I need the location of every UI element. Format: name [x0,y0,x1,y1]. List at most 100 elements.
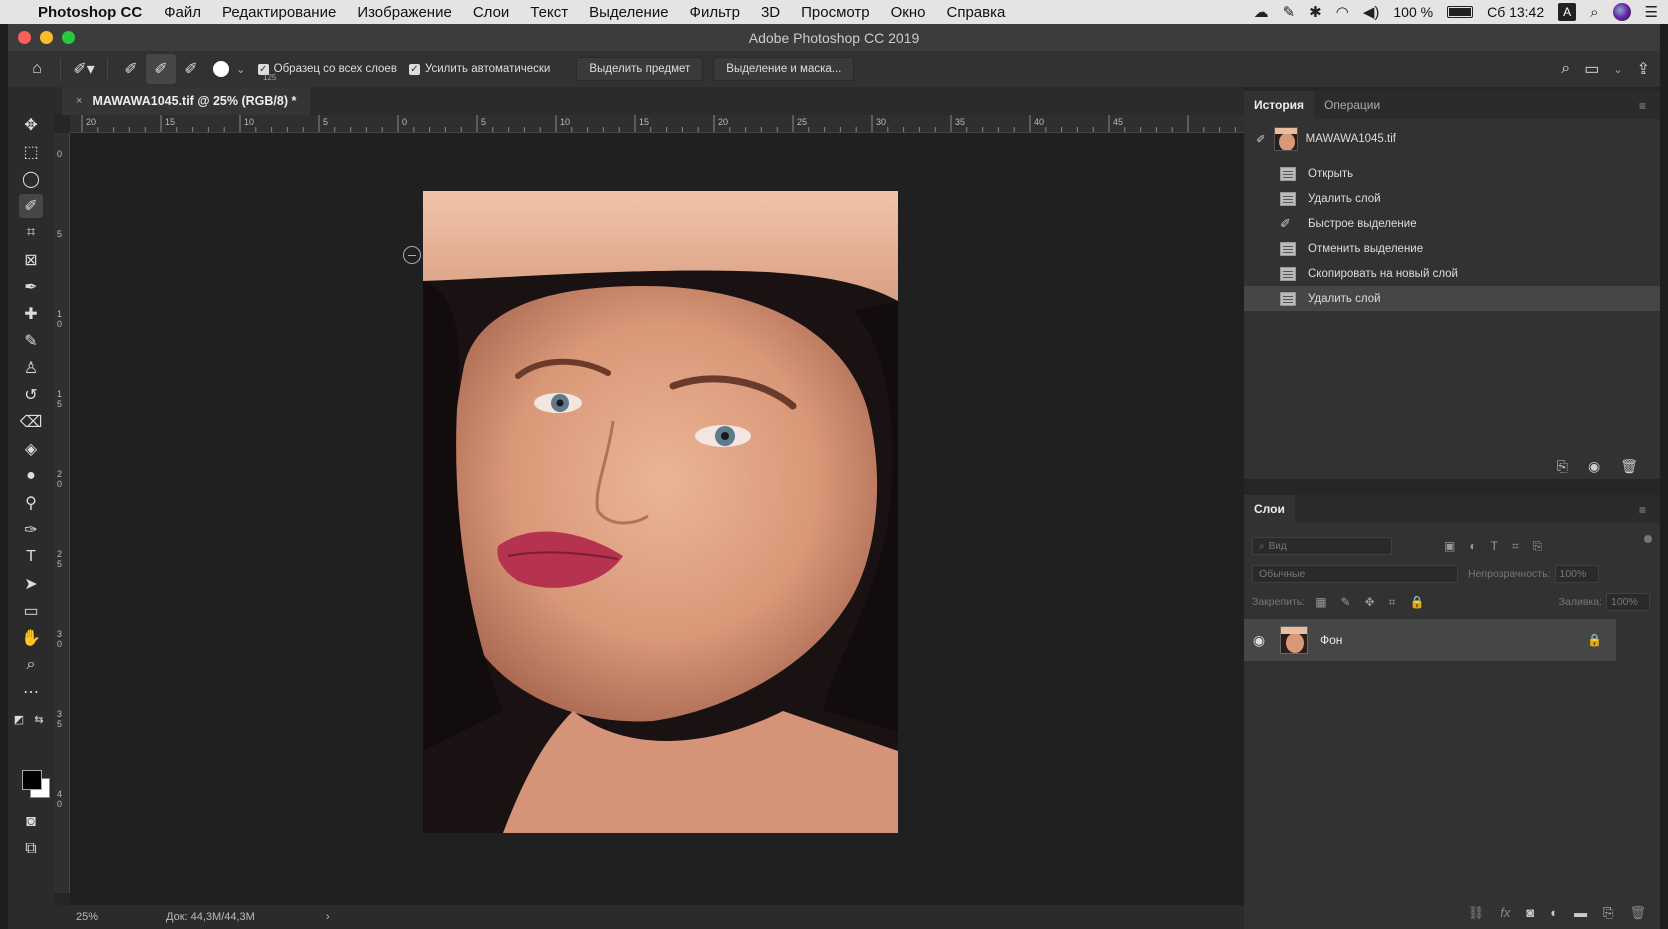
trash-icon[interactable]: 🗑 [1620,458,1638,475]
tab-actions[interactable]: Операции [1314,91,1390,119]
panel-menu-icon[interactable]: ≡ [1639,503,1646,517]
opacity-input[interactable]: 100% [1554,565,1599,583]
eraser-tool-icon[interactable]: ⌫ [19,410,43,434]
search-icon[interactable]: ⌕ [1561,60,1570,78]
add-mask-icon[interactable]: ◙ [1526,905,1534,921]
smart-object-filter-icon[interactable]: ⎘ [1533,539,1543,554]
menu-filter[interactable]: Фильтр [690,4,740,21]
blur-tool-icon[interactable]: ● [19,464,43,488]
menu-help[interactable]: Справка [947,4,1006,21]
lock-artboard-icon[interactable]: ⌗ [1389,595,1396,610]
brush-tool-icon[interactable]: ✎ [19,329,43,353]
clock[interactable]: Сб 13:42 [1487,4,1544,20]
menu-window[interactable]: Окно [891,4,926,21]
move-tool-icon[interactable]: ✥ [19,113,43,137]
more-tools-icon[interactable]: ⋯ [19,680,43,704]
history-step[interactable]: Скопировать на новый слой [1244,261,1660,286]
select-and-mask-button[interactable]: Выделение и маска... [713,57,855,81]
add-to-selection-icon[interactable]: ✐ [146,54,176,84]
app-menu[interactable]: Photoshop CC [38,4,142,21]
minimize-window-button[interactable] [40,31,53,44]
menu-edit[interactable]: Редактирование [222,4,336,21]
adjustment-layer-icon[interactable]: ◐ [1550,905,1558,921]
adjustment-layer-filter-icon[interactable]: ◐ [1469,539,1476,554]
siri-icon[interactable] [1612,3,1631,21]
portrait-photo[interactable] [423,191,898,833]
default-colors-icon[interactable]: ◩ [12,707,26,731]
dodge-tool-icon[interactable]: ⚲ [19,491,43,515]
auto-enhance-checkbox[interactable]: ✓ Усилить автоматически [408,63,550,75]
foreground-color-swatch[interactable] [22,770,42,790]
menu-3d[interactable]: 3D [761,4,780,21]
document-tab[interactable]: × MAWAWA1045.tif @ 25% (RGB/8) * [62,87,311,115]
notification-center-icon[interactable]: ☰ [1645,3,1658,21]
menu-type[interactable]: Текст [530,4,568,21]
menu-image[interactable]: Изображение [357,4,452,21]
lock-transparent-icon[interactable]: ▦ [1315,595,1326,610]
crop-tool-icon[interactable]: ⌗ [19,221,43,245]
filter-toggle-icon[interactable] [1644,535,1652,543]
rectangle-tool-icon[interactable]: ▭ [19,599,43,623]
spotlight-search-icon[interactable]: ⌕ [1590,4,1598,21]
subtract-from-selection-icon[interactable]: ✐ [176,54,206,84]
eyedropper-tool-icon[interactable]: ✒ [19,275,43,299]
layer-row[interactable]: ◉ Фон 🔒 [1244,619,1616,661]
hand-tool-icon[interactable]: ✋ [19,626,43,650]
menu-layer[interactable]: Слои [473,4,509,21]
lock-position-icon[interactable]: ✥ [1365,595,1375,610]
healing-brush-tool-icon[interactable]: ✚ [19,302,43,326]
history-brush-source-icon[interactable]: ✐ [1256,132,1266,146]
swap-colors-icon[interactable]: ⇆ [32,707,46,731]
pixel-layer-filter-icon[interactable]: ▣ [1444,539,1455,554]
history-brush-tool-icon[interactable]: ↺ [19,383,43,407]
camera-snapshot-icon[interactable]: ◉ [1588,458,1600,475]
layer-style-fx-icon[interactable]: fx [1500,905,1510,921]
path-selection-tool-icon[interactable]: ➤ [19,572,43,596]
workspace-icon[interactable]: ▭ [1584,59,1599,79]
bluetooth-icon[interactable]: ✱ [1309,3,1322,21]
clone-stamp-tool-icon[interactable]: ♙ [19,356,43,380]
trash-icon[interactable]: 🗑 [1629,905,1646,921]
history-step[interactable]: Отменить выделение [1244,236,1660,261]
maximize-window-button[interactable] [62,31,75,44]
frame-tool-icon[interactable]: ⊠ [19,248,43,272]
lasso-tool-icon[interactable]: ◯ [19,167,43,191]
type-layer-filter-icon[interactable]: T [1491,539,1498,554]
type-tool-icon[interactable]: T [19,545,43,569]
battery-icon[interactable] [1447,6,1474,18]
share-icon[interactable]: ⇪ [1637,59,1650,79]
history-step[interactable]: Открыть [1244,161,1660,186]
creative-cloud-icon[interactable]: ☁ [1254,3,1269,21]
shape-layer-filter-icon[interactable]: ⌗ [1512,539,1519,554]
layer-name[interactable]: Фон [1320,633,1342,647]
zoom-level[interactable]: 25% [76,911,166,923]
home-icon[interactable]: ⌂ [22,54,52,84]
canvas[interactable] [70,133,1244,905]
blend-mode-select[interactable]: Обычные [1252,565,1458,583]
chevron-down-icon[interactable]: ⌄ [1613,63,1622,76]
new-layer-icon[interactable]: ⎘ [1603,905,1613,921]
history-step[interactable]: ✐ Быстрое выделение [1244,211,1660,236]
input-source-icon[interactable]: A [1558,3,1577,21]
history-step-selected[interactable]: Удалить слой [1244,286,1660,311]
sample-all-layers-checkbox[interactable]: ✓ Образец со всех слоев [257,63,397,75]
menu-view[interactable]: Просмотр [801,4,870,21]
lock-all-icon[interactable]: 🔒 [1409,595,1424,610]
screen-mode-icon[interactable]: ⧉ [19,837,43,861]
new-selection-icon[interactable]: ✐ [116,54,146,84]
visibility-eye-icon[interactable]: ◉ [1244,632,1274,649]
lock-pixels-icon[interactable]: ✎ [1341,595,1351,610]
new-document-from-state-icon[interactable]: ⎘ [1557,458,1568,475]
fill-input[interactable]: 100% [1606,593,1650,611]
panel-menu-icon[interactable]: ≡ [1639,99,1646,113]
select-subject-button[interactable]: Выделить предмет [576,57,704,81]
tab-history[interactable]: История [1244,91,1315,119]
layer-filter-input[interactable]: ⌕ Вид [1252,537,1392,555]
close-window-button[interactable] [18,31,31,44]
menu-select[interactable]: Выделение [589,4,668,21]
new-group-folder-icon[interactable]: ▬ [1574,905,1587,921]
brush-picker[interactable] [206,54,236,84]
volume-icon[interactable]: ◀) [1363,3,1380,21]
quick-mask-icon[interactable]: ◙ [19,810,43,834]
wifi-icon[interactable]: ◠ [1336,3,1349,21]
